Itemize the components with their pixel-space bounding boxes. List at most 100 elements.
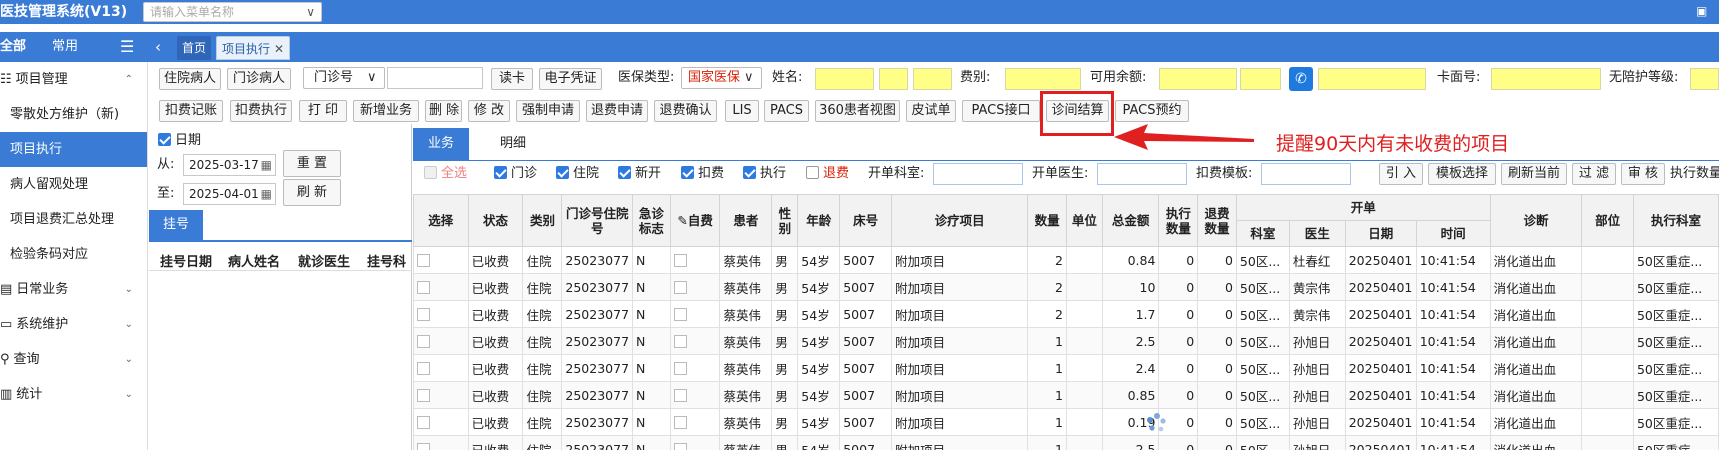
toolbar-button-15[interactable]: PACS预约 xyxy=(1115,100,1189,122)
inpatient-checkbox[interactable]: 住院 xyxy=(556,166,599,182)
col-age[interactable]: 年龄 xyxy=(797,194,841,247)
tab-business[interactable]: 业务 xyxy=(413,128,469,160)
nav-tab-common[interactable]: 常用 xyxy=(52,32,78,62)
row-self-pay-cell[interactable] xyxy=(669,300,721,328)
checkbox-icon[interactable] xyxy=(673,415,687,429)
col-qty[interactable]: 数量 xyxy=(1027,194,1067,247)
toolbar-button-11[interactable]: 360患者视图 xyxy=(815,100,900,122)
to-date-input[interactable]: 2025-04-01 ▦ xyxy=(183,183,276,205)
col-select[interactable]: 选择 xyxy=(413,194,469,247)
checkbox-icon[interactable] xyxy=(417,253,430,267)
col-self-pay[interactable]: ✎自费 xyxy=(669,194,721,247)
table-row[interactable]: 已收费 住院 25023077 N 蔡英伟男 54岁 5007 附加项目 1 2.5 0 0 50区..… xyxy=(413,327,1719,355)
checkbox-icon[interactable] xyxy=(417,307,430,321)
select-all-checkbox[interactable]: 全选 xyxy=(424,166,467,182)
table-row[interactable]: 已收费 住院 25023077 N 蔡英伟男 54岁 5007 附加项目 2 0.84 0 0 50区.… xyxy=(413,246,1719,274)
fee-type-field[interactable] xyxy=(1005,68,1081,90)
col-dept[interactable]: 科室 xyxy=(1235,220,1290,247)
toolbar-button-0[interactable]: 扣费记账 xyxy=(159,100,223,122)
new-open-checkbox[interactable]: 新开 xyxy=(618,166,661,182)
balance-field[interactable] xyxy=(1159,68,1237,90)
card-no-field[interactable] xyxy=(1491,68,1601,90)
nav-tab-all[interactable]: 全部 xyxy=(0,32,26,62)
outpatient-button[interactable]: 门诊病人 xyxy=(227,68,291,90)
table-row[interactable]: 已收费 住院 25023077 N 蔡英伟男 54岁 5007 附加项目 1 2.5 0 0 50区..… xyxy=(413,435,1719,450)
row-select-cell[interactable] xyxy=(413,327,469,355)
chevron-down-icon[interactable]: ∨ xyxy=(306,3,315,21)
toolbar-button-13[interactable]: PACS接口 xyxy=(962,100,1040,122)
col-time[interactable]: 时间 xyxy=(1415,220,1491,247)
checkbox-icon[interactable] xyxy=(673,253,687,267)
checkbox-icon[interactable] xyxy=(673,280,687,294)
template-select-button[interactable]: 模板选择 xyxy=(1428,163,1496,185)
col-urgent[interactable]: 急诊标志 xyxy=(632,194,671,247)
toolbar-button-5[interactable]: 修 改 xyxy=(468,100,510,122)
table-row[interactable]: 已收费 住院 25023077 N 蔡英伟男 54岁 5007 附加项目 1 2.4 0 0 50区..… xyxy=(413,354,1719,382)
checkbox-icon[interactable] xyxy=(673,442,687,450)
col-diag[interactable]: 诊断 xyxy=(1489,194,1583,247)
back-icon[interactable]: ‹ xyxy=(155,32,161,62)
col-no[interactable]: 门诊号住院号 xyxy=(561,194,634,247)
row-self-pay-cell[interactable] xyxy=(669,381,721,409)
name-field-3[interactable] xyxy=(913,68,952,90)
refresh-current-button[interactable]: 刷新当前 xyxy=(1501,163,1567,185)
refresh-button[interactable]: 刷 新 xyxy=(283,179,341,206)
date-checkbox[interactable]: 日期 xyxy=(158,133,201,149)
sidebar-group-system[interactable]: ▭ 系统维护 ⌄ xyxy=(0,307,147,342)
col-exec-qty[interactable]: 执行数量 xyxy=(1158,194,1199,247)
col-status[interactable]: 状态 xyxy=(467,194,524,247)
toolbar-button-1[interactable]: 扣费执行 xyxy=(230,100,292,122)
sidebar-item-refund-summary[interactable]: 项目退费汇总处理 xyxy=(0,202,147,237)
window-icon[interactable]: ▣ xyxy=(1696,4,1707,18)
tab-register[interactable]: 挂号 xyxy=(149,210,203,240)
row-select-cell[interactable] xyxy=(413,408,469,436)
checkbox-icon[interactable] xyxy=(673,307,687,321)
tab-detail[interactable]: 明细 xyxy=(483,128,543,160)
toolbar-button-8[interactable]: 退费确认 xyxy=(654,100,717,122)
toolbar-button-4[interactable]: 删 除 xyxy=(425,100,462,122)
col-total[interactable]: 总金额 xyxy=(1101,194,1160,247)
sidebar-item-lab-barcode[interactable]: 检验条码对应 xyxy=(0,237,147,272)
row-self-pay-cell[interactable] xyxy=(669,246,721,274)
toolbar-button-7[interactable]: 退费申请 xyxy=(586,100,648,122)
col-date[interactable]: 日期 xyxy=(1344,220,1417,247)
sidebar-group-stats[interactable]: ▥ 统计 ⌄ xyxy=(0,377,147,412)
audit-button[interactable]: 审 核 xyxy=(1621,163,1665,185)
row-select-cell[interactable] xyxy=(413,246,469,274)
toolbar-button-10[interactable]: PACS xyxy=(764,100,809,122)
col-part[interactable]: 部位 xyxy=(1581,194,1634,247)
row-select-cell[interactable] xyxy=(413,354,469,382)
col-patient[interactable]: 患者 xyxy=(719,194,773,247)
tab-project-exec[interactable]: 项目执行 ✕ xyxy=(216,36,291,60)
execute-checkbox[interactable]: 执行 xyxy=(743,166,786,182)
col-category[interactable]: 类别 xyxy=(522,194,563,247)
col-sex[interactable]: 性别 xyxy=(771,194,799,247)
col-bed[interactable]: 床号 xyxy=(839,194,893,247)
col-refund-qty[interactable]: 退费数量 xyxy=(1197,194,1237,247)
sidebar-item-misc-rx[interactable]: 零散处方维护（新) xyxy=(0,97,147,132)
col-unit[interactable]: 单位 xyxy=(1065,194,1103,247)
sidebar-group-query[interactable]: ⚲ 查询 ⌄ xyxy=(0,342,147,377)
checkbox-icon[interactable] xyxy=(673,388,687,402)
close-icon[interactable]: ✕ xyxy=(274,42,284,56)
no-care-level-field[interactable] xyxy=(1690,68,1719,90)
refund-checkbox[interactable]: 退费 xyxy=(806,166,849,182)
row-self-pay-cell[interactable] xyxy=(669,408,721,436)
checkbox-icon[interactable] xyxy=(417,280,430,294)
sidebar-item-observation[interactable]: 病人留观处理 xyxy=(0,167,147,202)
checkbox-icon[interactable] xyxy=(673,334,687,348)
insurance-type-select[interactable]: 国家医保 ∨ xyxy=(681,67,762,89)
row-self-pay-cell[interactable] xyxy=(669,435,721,450)
order-doctor-input[interactable] xyxy=(1097,163,1187,185)
checkbox-icon[interactable] xyxy=(673,361,687,375)
outpatient-checkbox[interactable]: 门诊 xyxy=(494,166,537,182)
deduct-checkbox[interactable]: 扣费 xyxy=(681,166,724,182)
deduct-template-input[interactable] xyxy=(1261,163,1351,185)
row-self-pay-cell[interactable] xyxy=(669,327,721,355)
read-card-button[interactable]: 读卡 xyxy=(491,68,533,90)
table-row[interactable]: 已收费 住院 25023077 N 蔡英伟男 54岁 5007 附加项目 2 1.7 0 0 50区..… xyxy=(413,300,1719,328)
sidebar-group-daily[interactable]: ▤ 日常业务 ⌄ xyxy=(0,272,147,307)
toolbar-button-2[interactable]: 打 印 xyxy=(299,100,347,122)
reset-button[interactable]: 重 置 xyxy=(283,150,341,177)
row-self-pay-cell[interactable] xyxy=(669,273,721,301)
